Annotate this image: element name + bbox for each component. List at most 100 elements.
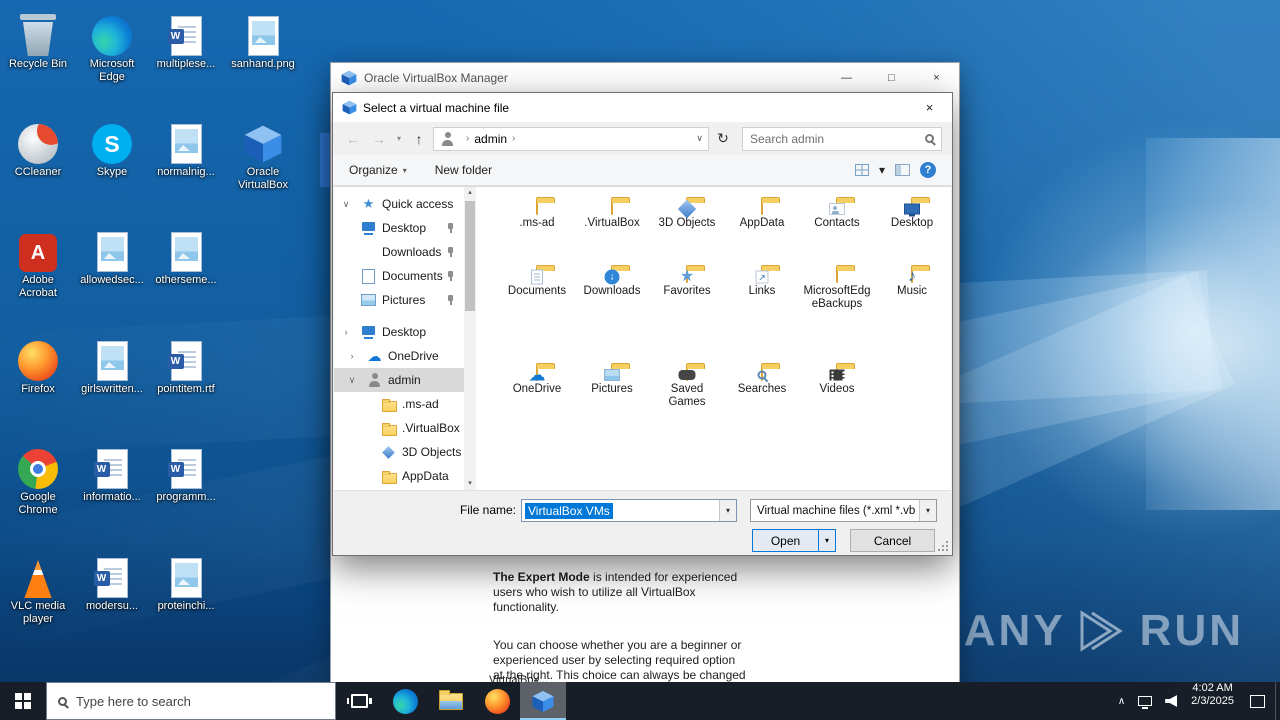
scroll-down-icon[interactable]: ▾: [464, 478, 476, 490]
desktop-icon-ccleaner[interactable]: CCleaner: [2, 116, 74, 179]
address-dropdown-icon[interactable]: ∨: [696, 133, 703, 144]
search-input[interactable]: Search admin: [742, 126, 942, 151]
up-button[interactable]: ↑: [407, 127, 431, 151]
desktop-icon-girlswritten[interactable]: girlswritten...: [76, 333, 148, 396]
taskbar-virtualbox-button[interactable]: [520, 682, 566, 720]
desktop-icon-adobe-acrobat[interactable]: Adobe Acrobat: [2, 224, 74, 300]
forward-button[interactable]: →: [367, 127, 391, 151]
file-item-documents[interactable]: Documents: [501, 269, 573, 298]
start-button[interactable]: [0, 682, 46, 720]
open-button[interactable]: Open ▾: [752, 529, 836, 552]
taskbar-edge-button[interactable]: [382, 682, 428, 720]
sidebar-item-pictures[interactable]: Pictures: [334, 288, 464, 312]
task-view-button[interactable]: [336, 682, 382, 720]
taskbar-file-explorer-button[interactable]: [428, 682, 474, 720]
file-item-pictures[interactable]: Pictures: [576, 367, 648, 396]
desktop-icon-microsoft-edge[interactable]: Microsoft Edge: [76, 8, 148, 84]
taskbar-search-input[interactable]: Type here to search: [46, 682, 336, 720]
file-item-contacts[interactable]: Contacts: [801, 201, 873, 230]
file-item-onedrive[interactable]: ☁ OneDrive: [501, 366, 573, 396]
file-item-downloads[interactable]: ↓ Downloads: [576, 269, 648, 298]
desktop-icon-programm[interactable]: programm...: [150, 441, 222, 504]
desktop-icon-sanhand-png[interactable]: sanhand.png: [227, 8, 299, 71]
sidebar-item-ms-ad[interactable]: .ms-ad: [334, 392, 464, 416]
sidebar-item-desktop-tree[interactable]: › Desktop: [334, 320, 464, 344]
file-item-virtualbox[interactable]: .VirtualBox: [576, 201, 648, 230]
volume-icon[interactable]: [1165, 695, 1178, 707]
expander-icon[interactable]: ∨: [340, 199, 352, 210]
new-folder-button[interactable]: New folder: [435, 163, 492, 177]
recent-locations-dropdown[interactable]: ▾: [393, 134, 405, 143]
expander-icon[interactable]: ›: [346, 351, 358, 361]
desktop-icon-normalnig[interactable]: normalnig...: [150, 116, 222, 179]
desktop-icon-skype[interactable]: Skype: [76, 116, 148, 179]
sidebar-item-onedrive[interactable]: › ☁ OneDrive: [334, 344, 464, 368]
file-item-ms-ad[interactable]: .ms-ad: [501, 201, 573, 230]
address-bar[interactable]: › admin › ∨: [433, 126, 709, 151]
file-item-3d-objects[interactable]: 3D Objects: [651, 199, 723, 230]
action-center-button[interactable]: [1240, 682, 1275, 720]
views-dropdown-icon[interactable]: ▾: [879, 163, 885, 177]
sidebar-item-downloads[interactable]: ↓ Downloads: [334, 240, 464, 264]
network-icon[interactable]: [1138, 696, 1153, 709]
file-item-videos[interactable]: Videos: [801, 367, 873, 396]
file-item-appdata[interactable]: AppData: [726, 201, 798, 230]
desktop-icon-recycle-bin[interactable]: Recycle Bin: [2, 8, 74, 71]
desktop-icon-pointitem-rtf[interactable]: pointitem.rtf: [150, 333, 222, 396]
file-type-select[interactable]: Virtual machine files (*.xml *.vb ▾: [750, 499, 937, 522]
desktop-icon-otherseme[interactable]: otherseme...: [150, 224, 222, 287]
desktop-icon-informatio[interactable]: informatio...: [76, 441, 148, 504]
scroll-up-icon[interactable]: ▴: [464, 187, 476, 199]
file-item-desktop[interactable]: Desktop: [876, 201, 948, 230]
show-desktop-button[interactable]: [1275, 682, 1280, 720]
manager-titlebar[interactable]: Oracle VirtualBox Manager — □ ×: [331, 63, 959, 93]
sidebar-item-appdata[interactable]: AppData: [334, 464, 464, 488]
taskbar-clock[interactable]: 4:02 AM 2/3/2025: [1185, 682, 1240, 720]
desktop-icon-allowedsec[interactable]: allowedsec...: [76, 224, 148, 287]
sidebar-item-virtualbox[interactable]: .VirtualBox: [334, 416, 464, 440]
organize-button[interactable]: Organize ▾: [349, 163, 407, 177]
desktop-icon-vlc[interactable]: VLC media player: [2, 550, 74, 626]
preview-pane-icon[interactable]: [895, 164, 910, 176]
open-dropdown-icon[interactable]: ▾: [818, 530, 835, 551]
hidden-icons-chevron-icon[interactable]: ∧: [1118, 696, 1125, 707]
desktop-icon-google-chrome[interactable]: Google Chrome: [2, 441, 74, 517]
breadcrumb-chevron[interactable]: ›: [466, 133, 469, 144]
file-item-microsoftedgebackups[interactable]: MicrosoftEdgeBackups: [801, 269, 873, 311]
file-type-dropdown-icon[interactable]: ▾: [919, 500, 936, 521]
desktop-icon-modersu[interactable]: modersu...: [76, 550, 148, 613]
file-item-links[interactable]: ↗ Links: [726, 269, 798, 298]
scrollbar-thumb[interactable]: [465, 201, 475, 311]
desktop-icon-proteinchi[interactable]: proteinchi...: [150, 550, 222, 613]
sidebar-item-3d-objects[interactable]: 3D Objects: [334, 440, 464, 464]
file-item-searches[interactable]: Searches: [726, 367, 798, 396]
file-item-favorites[interactable]: ★ Favorites: [651, 268, 723, 298]
sidebar-item-admin[interactable]: ∨ admin: [334, 368, 464, 392]
desktop-icon-oracle-virtualbox[interactable]: Oracle VirtualBox: [227, 116, 299, 192]
expander-icon[interactable]: ∨: [346, 375, 358, 386]
maximize-button[interactable]: □: [869, 63, 914, 93]
file-item-music[interactable]: ♪ Music: [876, 268, 948, 298]
file-name-input[interactable]: VirtualBox VMs ▾: [521, 499, 737, 522]
dialog-titlebar[interactable]: Select a virtual machine file ×: [333, 93, 952, 122]
sidebar-item-desktop-pinned[interactable]: Desktop: [334, 216, 464, 240]
expander-icon[interactable]: ›: [340, 327, 352, 337]
minimize-button[interactable]: —: [824, 63, 869, 93]
refresh-button[interactable]: ↻: [711, 127, 735, 151]
file-item-saved-games[interactable]: Saved Games: [651, 367, 723, 409]
resize-grip[interactable]: [937, 540, 949, 552]
breadcrumb-chevron[interactable]: ›: [512, 133, 515, 144]
views-icon[interactable]: [854, 164, 869, 176]
back-button[interactable]: ←: [341, 127, 365, 151]
taskbar-firefox-button[interactable]: [474, 682, 520, 720]
close-button[interactable]: ×: [914, 63, 959, 93]
sidebar-item-quick-access[interactable]: ∨ ★ Quick access: [334, 192, 464, 216]
sidebar-scrollbar[interactable]: ▴ ▾: [464, 187, 476, 490]
help-button[interactable]: ?: [920, 162, 936, 178]
breadcrumb-admin[interactable]: admin: [474, 132, 507, 146]
sidebar-item-documents[interactable]: Documents: [334, 264, 464, 288]
dialog-close-button[interactable]: ×: [907, 93, 952, 122]
file-name-dropdown-icon[interactable]: ▾: [719, 500, 736, 521]
desktop-icon-multiplese[interactable]: multiplese...: [150, 8, 222, 71]
cancel-button[interactable]: Cancel: [850, 529, 935, 552]
